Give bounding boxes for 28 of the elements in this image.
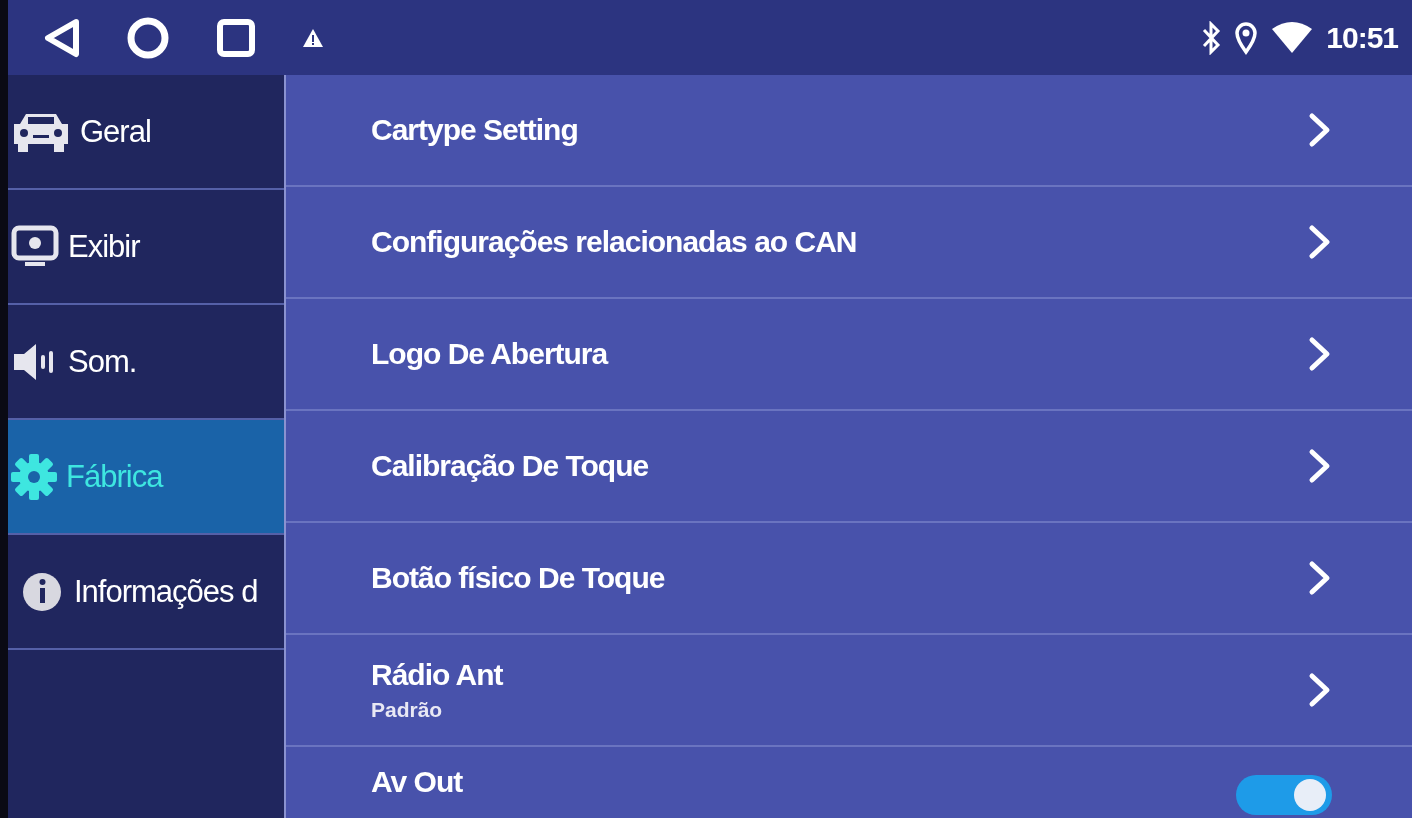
- chevron-right-icon[interactable]: [1308, 560, 1332, 596]
- back-icon[interactable]: [44, 17, 80, 58]
- sidebar-tab[interactable]: Informações d: [8, 535, 284, 650]
- chevron-right-icon[interactable]: [1308, 112, 1332, 148]
- setting-value: Padrão: [371, 698, 444, 722]
- setting-title: Cartype Setting: [371, 113, 578, 147]
- setting-title: Logo De Abertura: [371, 337, 608, 371]
- toggle-switch[interactable]: [1236, 775, 1332, 815]
- chevron-right-icon[interactable]: [1308, 336, 1332, 372]
- chevron-right-icon[interactable]: [1308, 448, 1332, 484]
- home-icon[interactable]: [126, 15, 170, 60]
- setting-title: Calibração De Toque: [371, 449, 649, 483]
- recents-icon[interactable]: [216, 17, 256, 58]
- setting-title: Configurações relacionadas ao CAN: [371, 225, 857, 259]
- setting-title: Av Out: [371, 765, 463, 799]
- clock: 10:51: [1326, 20, 1398, 55]
- setting-title: Botão físico De Toque: [371, 561, 665, 595]
- chevron-right-icon[interactable]: [1308, 224, 1332, 260]
- chevron-right-icon[interactable]: [1308, 672, 1332, 708]
- sidebar-tab[interactable]: Fábrica: [8, 420, 284, 535]
- monitor-icon: [10, 224, 60, 269]
- location-icon: [1234, 20, 1259, 55]
- sidebar-tab[interactable]: Exibir: [8, 190, 284, 305]
- settings-icon: [10, 452, 58, 501]
- wifi-icon: [1270, 20, 1315, 55]
- bluetooth-icon: [1200, 20, 1223, 55]
- setting-title: Rádio Ant: [371, 658, 503, 692]
- sidebar-tab[interactable]: Geral: [8, 75, 284, 190]
